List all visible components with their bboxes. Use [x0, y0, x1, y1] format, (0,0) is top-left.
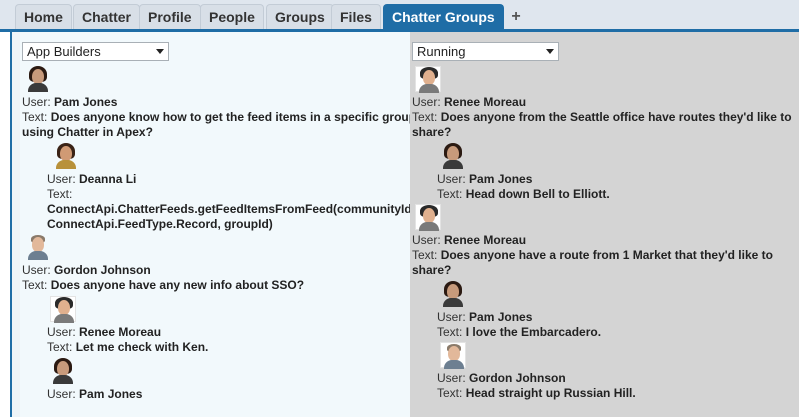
feed-item-text: Text: Does anyone know how to get the fe… [22, 110, 417, 139]
group-select-left-value: App Builders [27, 44, 101, 59]
feed-item-user: User: Pam Jones [22, 95, 118, 109]
comment-text: Text: Let me check with Ken. [47, 340, 209, 354]
right-feed: User: Renee Moreau Text: Does anyone fro… [412, 64, 799, 401]
left-feed: User: Pam Jones Text: Does anyone know h… [22, 64, 418, 402]
feed-item-user: User: Gordon Johnson [22, 263, 151, 277]
user-name[interactable]: Renee Moreau [444, 233, 526, 247]
avatar[interactable] [50, 296, 76, 323]
feed-item-text: Text: Does anyone have any new info abou… [22, 278, 305, 292]
avatar[interactable] [53, 143, 79, 169]
feed-comment: User: Gordon Johnson Text: Head straight… [437, 342, 799, 401]
content-area: App Builders User: Pam Jones Text: Does … [10, 32, 799, 417]
comment-text: Text: Head down Bell to Elliott. [437, 187, 610, 201]
avatar[interactable] [25, 234, 51, 260]
feed-item-text: Text: Does anyone from the Seattle offic… [412, 110, 792, 139]
comment-user: User: Gordon Johnson [437, 371, 566, 385]
tab-chatter-groups[interactable]: Chatter Groups [383, 4, 504, 30]
user-name[interactable]: Renee Moreau [79, 325, 161, 339]
comment-text-label: Text: [47, 187, 73, 201]
chevron-down-icon [546, 49, 554, 54]
comment-text: ConnectApi.ChatterFeeds.getFeedItemsFrom… [47, 202, 416, 231]
comment-user: User: Renee Moreau [47, 325, 162, 339]
feed-item-user: User: Renee Moreau [412, 233, 527, 247]
feed-comment: User: Pam Jones Text: Head down Bell to … [437, 143, 799, 202]
tab-chatter[interactable]: Chatter [73, 4, 141, 29]
tab-groups[interactable]: Groups [266, 4, 334, 29]
avatar[interactable] [415, 66, 441, 93]
feed-item-user: User: Renee Moreau [412, 95, 527, 109]
feed-item: User: Renee Moreau Text: Does anyone fro… [412, 66, 799, 140]
tab-profile[interactable]: Profile [139, 4, 201, 29]
plus-icon: + [511, 8, 521, 25]
user-name[interactable]: Renee Moreau [444, 95, 526, 109]
user-name[interactable]: Deanna Li [79, 172, 136, 186]
feed-comment: User: Pam Jones Text: I love the Embarca… [437, 281, 799, 340]
feed-item: User: Gordon Johnson Text: Does anyone h… [22, 234, 418, 293]
user-name[interactable]: Pam Jones [54, 95, 117, 109]
tab-bar: Home Chatter Profile People Groups Files… [0, 0, 799, 32]
tab-files[interactable]: Files [331, 4, 381, 29]
user-name[interactable]: Pam Jones [469, 172, 532, 186]
avatar[interactable] [440, 281, 466, 307]
comment-user: User: Pam Jones [437, 172, 533, 186]
add-tab-button[interactable]: + [505, 4, 527, 29]
group-select-right[interactable]: Running [412, 42, 559, 61]
feed-item-text: Text: Does anyone have a route from 1 Ma… [412, 248, 773, 277]
avatar[interactable] [440, 342, 466, 369]
tab-people[interactable]: People [200, 4, 264, 29]
left-group-panel: App Builders User: Pam Jones Text: Does … [20, 32, 418, 417]
comment-text: Text: I love the Embarcadero. [437, 325, 602, 339]
avatar[interactable] [440, 143, 466, 169]
feed-item: User: Renee Moreau Text: Does anyone hav… [412, 204, 799, 278]
avatar[interactable] [415, 204, 441, 231]
avatar[interactable] [25, 66, 51, 92]
avatar[interactable] [50, 358, 76, 384]
group-select-left[interactable]: App Builders [22, 42, 169, 61]
comment-user: User: Deanna Li [47, 172, 137, 186]
feed-comment: User: Pam Jones [47, 358, 418, 402]
chevron-down-icon [156, 49, 164, 54]
right-group-panel: Running User: Renee Moreau Text: Does an… [410, 32, 799, 417]
feed-item: User: Pam Jones Text: Does anyone know h… [22, 66, 418, 140]
tab-home[interactable]: Home [15, 4, 72, 29]
group-select-right-value: Running [417, 44, 466, 59]
comment-text: Text: Head straight up Russian Hill. [437, 386, 636, 400]
user-name[interactable]: Gordon Johnson [54, 263, 151, 277]
comment-user: User: Pam Jones [47, 387, 143, 401]
comment-user: User: Pam Jones [437, 310, 533, 324]
user-name[interactable]: Gordon Johnson [469, 371, 566, 385]
feed-comment: User: Deanna Li Text: ConnectApi.Chatter… [47, 143, 418, 232]
user-name[interactable]: Pam Jones [79, 387, 142, 401]
feed-comment: User: Renee Moreau Text: Let me check wi… [47, 296, 418, 355]
user-name[interactable]: Pam Jones [469, 310, 532, 324]
